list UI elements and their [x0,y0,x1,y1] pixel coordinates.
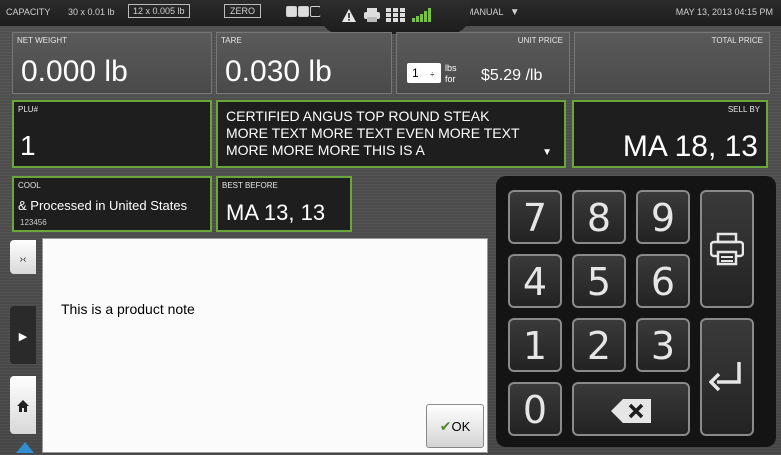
ok-label: OK [451,419,471,434]
plu-panel[interactable]: PLU# 1 [12,100,212,168]
unit-price-panel[interactable]: UNIT PRICE 1 ÷ lbs for $5.29 /lb [396,32,570,94]
quantity-selector[interactable]: 1 ÷ [407,63,441,83]
stepper-icon: ÷ [430,70,435,79]
key-5[interactable]: 5 [572,254,626,308]
quantity-value: 1 [412,66,419,80]
cool-panel[interactable]: COOL & Processed in United States 123456 [12,176,212,232]
cool-code: 123456 [20,218,47,227]
mode-toggles[interactable] [286,6,322,18]
sell-by-panel[interactable]: SELL BY MA 18, 13 [572,100,768,168]
key-1[interactable]: 1 [508,318,562,372]
chevron-down-icon: ▼ [542,147,552,158]
unit-top: lbs [445,63,457,73]
capacity-label: CAPACITY [6,7,51,17]
net-weight-label: NET WEIGHT [17,36,68,45]
print-key[interactable] [700,190,754,308]
key-0[interactable]: 0 [508,382,562,436]
status-notch [320,0,470,34]
sell-by-label: SELL BY [727,105,760,114]
side-drawer: ›‹ ▶ [0,236,40,455]
tare-label: TARE [221,36,242,45]
total-price-panel: TOTAL PRICE [574,32,770,94]
zero-button[interactable]: ZERO [224,4,262,18]
best-before-panel[interactable]: BEST BEFORE MA 13, 13 [216,176,352,232]
description-text: CERTIFIED ANGUS TOP ROUND STEAK MORE TEX… [226,108,520,158]
scroll-indicator-icon [16,442,34,453]
cool-label: COOL [18,181,41,190]
toggle-box-icon [298,6,309,18]
capacity-range-1: 30 x 0.01 lb [68,7,115,17]
mode-label: MANUAL [466,7,504,17]
printer-icon [709,232,745,266]
warning-icon [342,9,356,27]
key-4[interactable]: 4 [508,254,562,308]
unit-price-label: UNIT PRICE [517,36,563,45]
unit-price-value: $5.29 /lb [481,67,543,84]
key-8[interactable]: 8 [572,190,626,244]
total-price-label: TOTAL PRICE [711,36,763,45]
backspace-icon [611,399,651,423]
product-note-dialog: This is a product note ✔OK [42,238,488,453]
key-6[interactable]: 6 [636,254,690,308]
collapse-arrows-icon: ›‹ [19,254,27,265]
expand-tab[interactable]: ▶ [10,306,36,364]
chevron-down-icon: ▼ [509,7,520,18]
signal-strength-icon [412,8,432,27]
net-weight-value: 0.000 lb [21,55,128,88]
enter-key[interactable] [700,318,754,436]
grid-icon [386,8,406,27]
date-time: MAY 13, 2013 04:15 PM [675,7,773,17]
toggle-box-icon [286,6,297,18]
sell-by-value: MA 18, 13 [622,130,758,163]
best-before-value: MA 13, 13 [226,200,326,225]
plu-value: 1 [20,130,36,161]
tare-value: 0.030 lb [225,55,332,88]
home-tab[interactable] [10,376,36,434]
plu-label: PLU# [18,105,39,114]
tare-panel[interactable]: TARE 0.030 lb [216,32,392,94]
capacity-range-2: 12 x 0.005 lb [128,4,190,18]
home-icon [17,400,29,413]
unit-bottom: for [445,74,456,84]
net-weight-panel: NET WEIGHT 0.000 lb [12,32,212,94]
enter-icon [708,362,741,392]
key-7[interactable]: 7 [508,190,562,244]
ok-button[interactable]: ✔OK [426,404,484,448]
key-3[interactable]: 3 [636,318,690,372]
play-icon: ▶ [18,331,28,343]
scale-screen: CAPACITY 30 x 0.01 lb 12 x 0.005 lb ZERO… [0,0,781,455]
cool-value: & Processed in United States [18,198,188,213]
printer-icon [364,8,380,27]
description-panel[interactable]: CERTIFIED ANGUS TOP ROUND STEAK MORE TEX… [216,100,566,168]
key-9[interactable]: 9 [636,190,690,244]
key-2[interactable]: 2 [572,318,626,372]
best-before-label: BEST BEFORE [222,181,278,190]
mode-dropdown[interactable]: MANUAL ▼ [466,7,520,18]
check-icon: ✔ [439,418,452,434]
product-note-text: This is a product note [61,301,195,317]
collapse-tab[interactable]: ›‹ [10,240,36,274]
backspace-key[interactable] [572,382,690,436]
